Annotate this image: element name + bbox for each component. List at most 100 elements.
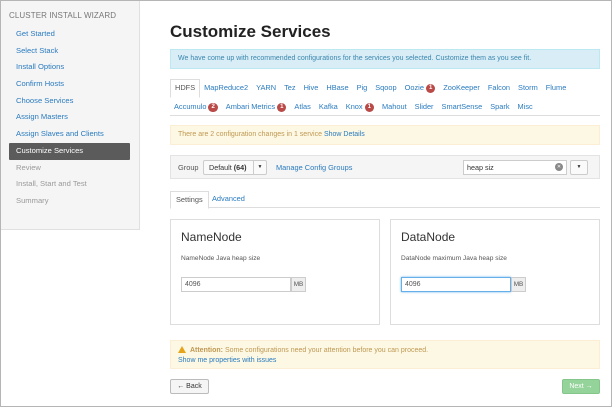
namenode-heap-unit: MB: [291, 277, 306, 292]
warning-icon: [178, 346, 186, 353]
tab-label: Spark: [490, 102, 510, 111]
service-tabs-row-2: Accumulo 2 Ambari Metrics 1 Atlas Kafka Kn…: [170, 98, 537, 116]
wizard-steps: Get Started Select Stack Install Options…: [1, 26, 139, 210]
tab-label: YARN: [256, 83, 277, 92]
alert-badge: 1: [277, 102, 287, 112]
tab-kafka[interactable]: Kafka: [315, 98, 342, 116]
namenode-panel: NameNode NameNode Java heap size 4096 MB: [170, 219, 380, 325]
group-value: Default: [209, 163, 232, 172]
tab-slider[interactable]: Slider: [411, 98, 438, 116]
step-get-started[interactable]: Get Started: [9, 26, 130, 43]
step-install-start-test: Install, Start and Test: [16, 179, 87, 189]
tab-label: Hive: [303, 83, 319, 92]
group-count: (64): [233, 163, 247, 172]
config-changes-alert: There are 2 configuration changes in 1 s…: [170, 125, 600, 145]
group-label: Group: [178, 163, 199, 172]
tab-hive[interactable]: Hive: [300, 79, 323, 97]
service-tabs: HDFS MapReduce2 YARN Tez Hive HBase Pig …: [170, 78, 600, 116]
tab-oozie[interactable]: Oozie 1: [401, 79, 440, 97]
tab-label: ZooKeeper: [443, 83, 480, 92]
attention-alert: Attention: Some configurations need your…: [170, 340, 600, 369]
tab-storm[interactable]: Storm: [514, 79, 542, 97]
caret-down-icon: ▼: [576, 164, 582, 170]
tab-falcon[interactable]: Falcon: [484, 79, 514, 97]
tab-label: Atlas: [294, 102, 311, 111]
tab-label: MapReduce2: [204, 83, 249, 92]
tab-zookeeper[interactable]: ZooKeeper: [439, 79, 484, 97]
tab-mahout[interactable]: Mahout: [378, 98, 411, 116]
alert-badge: 1: [364, 102, 374, 112]
tab-smartsense[interactable]: SmartSense: [438, 98, 487, 116]
step-confirm-hosts[interactable]: Confirm Hosts: [9, 76, 130, 93]
caret-down-icon: ▼: [253, 161, 266, 174]
tab-label: Oozie: [404, 83, 424, 92]
datanode-heap-input[interactable]: 4096: [401, 277, 511, 292]
tab-spark[interactable]: Spark: [486, 98, 513, 116]
tab-label: Tez: [284, 83, 296, 92]
tab-label: Falcon: [487, 83, 511, 92]
alert-badge: 1: [425, 83, 436, 93]
tab-label: Misc: [517, 102, 533, 111]
next-button[interactable]: Next →: [562, 379, 600, 394]
tab-pig[interactable]: Pig: [353, 79, 372, 97]
settings-tabs: Settings Advanced: [170, 191, 600, 209]
tab-label: Storm: [518, 83, 538, 92]
tab-hbase[interactable]: HBase: [322, 79, 352, 97]
show-issues-link[interactable]: Show me properties with issues: [178, 357, 276, 364]
datanode-heap-label: DataNode maximum Java heap size: [401, 255, 507, 262]
datanode-panel: DataNode DataNode maximum Java heap size…: [390, 219, 600, 325]
config-changes-text: There are 2 configuration changes in 1 s…: [178, 131, 322, 138]
tab-label: Knox: [345, 102, 363, 111]
tab-ambari-metrics[interactable]: Ambari Metrics 1: [222, 98, 291, 116]
namenode-heap-input[interactable]: 4096: [181, 277, 291, 292]
filter-dropdown-button[interactable]: ▼: [570, 160, 588, 175]
step-assign-masters[interactable]: Assign Masters: [9, 109, 130, 126]
tab-label: HDFS: [175, 83, 196, 92]
service-tabs-row-1: HDFS MapReduce2 YARN Tez Hive HBase Pig …: [170, 78, 571, 98]
tab-tez[interactable]: Tez: [280, 79, 300, 97]
filter-value: heap siz: [467, 163, 494, 172]
step-choose-services[interactable]: Choose Services: [9, 93, 130, 110]
attention-text: Some configurations need your attention …: [224, 347, 429, 354]
step-assign-slaves[interactable]: Assign Slaves and Clients: [9, 126, 130, 143]
step-customize-services[interactable]: Customize Services: [9, 142, 130, 160]
filter-input[interactable]: heap siz ✕: [463, 160, 567, 175]
tab-label: Slider: [414, 102, 434, 111]
tab-label: Kafka: [318, 102, 338, 111]
namenode-heap-label: NameNode Java heap size: [181, 255, 261, 262]
datanode-title: DataNode: [401, 230, 456, 244]
tab-label: Accumulo: [174, 102, 207, 111]
tab-label: Flume: [545, 83, 567, 92]
tab-accumulo[interactable]: Accumulo 2: [170, 98, 222, 116]
clear-icon[interactable]: ✕: [555, 163, 563, 171]
back-button[interactable]: ← Back: [170, 379, 209, 394]
alert-badge: 2: [208, 102, 218, 112]
datanode-heap-unit: MB: [511, 277, 526, 292]
config-group-bar: Group Default (64) ▼ Manage Config Group…: [170, 155, 600, 179]
tab-hdfs[interactable]: HDFS: [170, 78, 201, 98]
tab-mapreduce2[interactable]: MapReduce2: [200, 79, 252, 97]
config-group-dropdown[interactable]: Default (64) ▼: [203, 160, 267, 175]
tab-settings[interactable]: Settings: [170, 191, 209, 209]
info-alert: We have come up with recommended configu…: [170, 49, 600, 69]
attention-title: Attention:: [189, 347, 223, 354]
tab-knox[interactable]: Knox 1: [342, 98, 378, 116]
tab-label: Sqoop: [375, 83, 397, 92]
sidebar-title: CLUSTER INSTALL WIZARD: [9, 11, 117, 20]
tab-advanced[interactable]: Advanced: [207, 191, 250, 208]
step-install-options[interactable]: Install Options: [9, 59, 130, 76]
manage-config-groups-link[interactable]: Manage Config Groups: [276, 163, 352, 172]
wizard-sidebar: CLUSTER INSTALL WIZARD Get Started Selec…: [1, 1, 140, 230]
tab-atlas[interactable]: Atlas: [290, 98, 314, 116]
step-select-stack[interactable]: Select Stack: [9, 43, 130, 60]
tab-label: SmartSense: [441, 102, 483, 111]
tab-flume[interactable]: Flume: [542, 79, 571, 97]
page-title: Customize Services: [170, 22, 331, 41]
show-details-link[interactable]: Show Details: [324, 131, 365, 138]
namenode-title: NameNode: [181, 230, 242, 244]
attention-line: Attention: Some configurations need your…: [178, 346, 428, 354]
tab-yarn[interactable]: YARN: [252, 79, 280, 97]
step-review: Review: [16, 162, 41, 172]
tab-misc[interactable]: Misc: [514, 98, 537, 116]
tab-sqoop[interactable]: Sqoop: [371, 79, 400, 97]
